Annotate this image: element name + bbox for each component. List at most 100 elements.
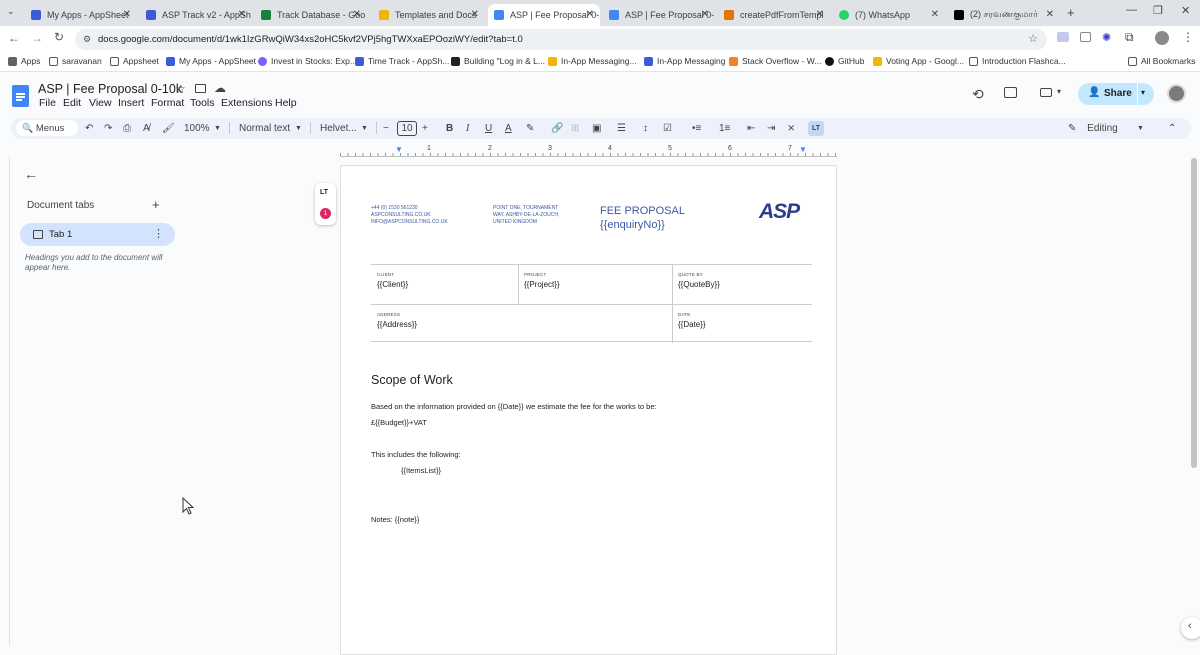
decrease-font-size-icon[interactable]: − [383, 118, 389, 139]
address-cell[interactable]: ADDRESS {{Address}} [377, 312, 417, 329]
maximize-icon[interactable]: ❐ [1153, 4, 1163, 17]
bookmark-link[interactable]: GitHub [825, 56, 864, 66]
comments-icon[interactable] [1004, 87, 1017, 98]
browser-tab[interactable]: Templates and Docs ✕ [373, 4, 485, 26]
star-icon[interactable]: ☆ [175, 82, 186, 96]
text-color-icon[interactable]: A [505, 118, 512, 139]
browser-tab-active[interactable]: ASP | Fee Proposal 0- ✕ [488, 4, 600, 26]
highlight-icon[interactable]: ✎ [526, 118, 534, 139]
decrease-indent-icon[interactable]: ⇤ [747, 118, 755, 139]
back-icon[interactable]: ← [8, 31, 20, 45]
menu-view[interactable]: View [89, 97, 112, 109]
bold-icon[interactable]: B [446, 118, 453, 139]
bulleted-list-icon[interactable]: •≡ [692, 118, 701, 139]
minimize-icon[interactable]: — [1126, 4, 1137, 16]
reload-icon[interactable]: ↻ [54, 30, 64, 44]
browser-tab[interactable]: createPdfFromTempl ✕ [718, 4, 830, 26]
bookmark-link[interactable]: Stack Overflow - W... [729, 56, 821, 66]
indent-marker-icon[interactable]: ▼ [395, 145, 403, 154]
menu-tools[interactable]: Tools [190, 97, 215, 109]
menu-file[interactable]: File [39, 97, 56, 109]
profile-avatar[interactable] [1155, 31, 1169, 45]
browser-tab[interactable]: ASP | Fee Proposal 0- ✕ [603, 4, 715, 26]
bookmark-folder[interactable]: Appsheet [110, 56, 159, 66]
bookmark-folder[interactable]: saravanan [49, 56, 102, 66]
spellcheck-icon[interactable]: A̸ [143, 118, 150, 139]
menu-format[interactable]: Format [151, 97, 184, 109]
italic-icon[interactable]: I [466, 118, 469, 139]
clear-formatting-icon[interactable]: ⨯ [787, 118, 795, 139]
languagetool-icon[interactable]: LT [808, 121, 824, 136]
redo-icon[interactable]: ↷ [104, 118, 112, 139]
bookmark-link[interactable]: Building "Log in & L... [451, 56, 545, 66]
browser-tab[interactable]: Track Database - Goo ✕ [255, 4, 367, 26]
explore-button[interactable]: ‹ [1181, 617, 1200, 639]
close-tab-icon[interactable]: ✕ [353, 9, 361, 20]
editing-mode-select[interactable]: ✎ Editing [1068, 118, 1118, 139]
extension-icon[interactable] [1057, 32, 1069, 42]
link-icon[interactable]: 🔗 [551, 118, 563, 139]
increase-font-size-icon[interactable]: + [422, 118, 428, 139]
font-select[interactable]: Helvet... [320, 118, 357, 139]
close-tab-icon[interactable]: ✕ [471, 9, 479, 20]
extension-icon[interactable]: ✺ [1102, 31, 1111, 44]
menu-help[interactable]: Help [275, 97, 297, 109]
date-cell[interactable]: DATE {{Date}} [678, 312, 706, 329]
menus-search[interactable]: 🔍 Menus [16, 120, 78, 136]
add-tab-icon[interactable]: + [152, 197, 160, 212]
browser-tab[interactable]: (2) சரவணகுமார் ✕ [948, 4, 1060, 26]
checklist-icon[interactable]: ☑ [663, 118, 672, 139]
document-title[interactable]: ASP | Fee Proposal 0-10k [38, 82, 182, 96]
docs-logo-icon[interactable] [12, 85, 29, 107]
image-icon[interactable]: ▣ [592, 118, 601, 139]
comment-add-icon[interactable]: ⊞ [571, 118, 579, 139]
browser-menu-icon[interactable]: ⋮ [1182, 30, 1194, 44]
underline-icon[interactable]: U [485, 118, 492, 139]
close-window-icon[interactable]: ✕ [1181, 4, 1190, 17]
style-select[interactable]: Normal text [239, 118, 290, 139]
forward-icon[interactable]: → [31, 31, 43, 45]
browser-tab[interactable]: ASP Track v2 - AppSh ✕ [140, 4, 252, 26]
close-tab-icon[interactable]: ✕ [816, 9, 824, 20]
increase-indent-icon[interactable]: ⇥ [767, 118, 775, 139]
undo-icon[interactable]: ↶ [85, 118, 93, 139]
url-field[interactable]: ⚙ docs.google.com/document/d/1wk1IzGRwQi… [75, 29, 1047, 50]
bookmark-link[interactable]: In-App Messaging [644, 56, 726, 66]
client-cell[interactable]: CLIENT {{Client}} [377, 272, 408, 289]
browser-tab[interactable]: (7) WhatsApp ✕ [833, 4, 945, 26]
close-tab-icon[interactable]: ✕ [1046, 9, 1054, 20]
font-size-input[interactable]: 10 [397, 121, 417, 136]
print-icon[interactable]: ⎙ [123, 118, 131, 139]
tab-search-icon[interactable]: ⌄ [7, 6, 15, 17]
share-dropdown-icon[interactable]: ▾ [1141, 88, 1145, 97]
menu-insert[interactable]: Insert [118, 97, 144, 109]
bookmark-link[interactable]: Time Track - AppSh... [355, 56, 449, 66]
bookmark-link[interactable]: My Apps - AppSheet [166, 56, 256, 66]
close-tab-icon[interactable]: ✕ [931, 9, 939, 20]
account-avatar[interactable] [1167, 84, 1186, 103]
close-tab-icon[interactable]: ✕ [123, 9, 131, 20]
close-tab-icon[interactable]: ✕ [586, 9, 594, 20]
align-icon[interactable]: ☰ [617, 118, 626, 139]
hide-menus-icon[interactable]: ⌃ [1168, 118, 1176, 139]
quote-by-cell[interactable]: QUOTE BY {{QuoteBy}} [678, 272, 720, 289]
bookmark-link[interactable]: Introduction Flashca... [969, 56, 1066, 66]
browser-tab[interactable]: My Apps - AppSheet ✕ [25, 4, 137, 26]
all-bookmarks[interactable]: All Bookmarks [1128, 56, 1195, 66]
document-page[interactable]: +44 (0) 1530 561230 ASPCONSULTING.CO.UK … [340, 165, 837, 655]
issues-count-badge[interactable]: 1 [320, 208, 331, 219]
close-tab-icon[interactable]: ✕ [238, 9, 246, 20]
back-arrow-icon[interactable]: ← [24, 166, 38, 182]
extensions-puzzle-icon[interactable]: ⧉ [1125, 30, 1134, 45]
vertical-scrollbar[interactable] [1191, 158, 1197, 468]
project-cell[interactable]: PROJECT {{Project}} [524, 272, 560, 289]
bookmark-link[interactable]: In-App Messaging... [548, 56, 637, 66]
numbered-list-icon[interactable]: 1≡ [719, 118, 730, 139]
languagetool-icon[interactable]: LT [320, 189, 328, 196]
share-button[interactable]: 👤 Share ▾ [1078, 83, 1154, 105]
menu-extensions[interactable]: Extensions [221, 97, 272, 109]
version-history-icon[interactable]: ⟲ [972, 86, 984, 103]
new-tab-icon[interactable]: + [1067, 5, 1075, 20]
bookmark-link[interactable]: Invest in Stocks: Exp... [258, 56, 357, 66]
bookmark-apps[interactable]: Apps [8, 56, 40, 66]
